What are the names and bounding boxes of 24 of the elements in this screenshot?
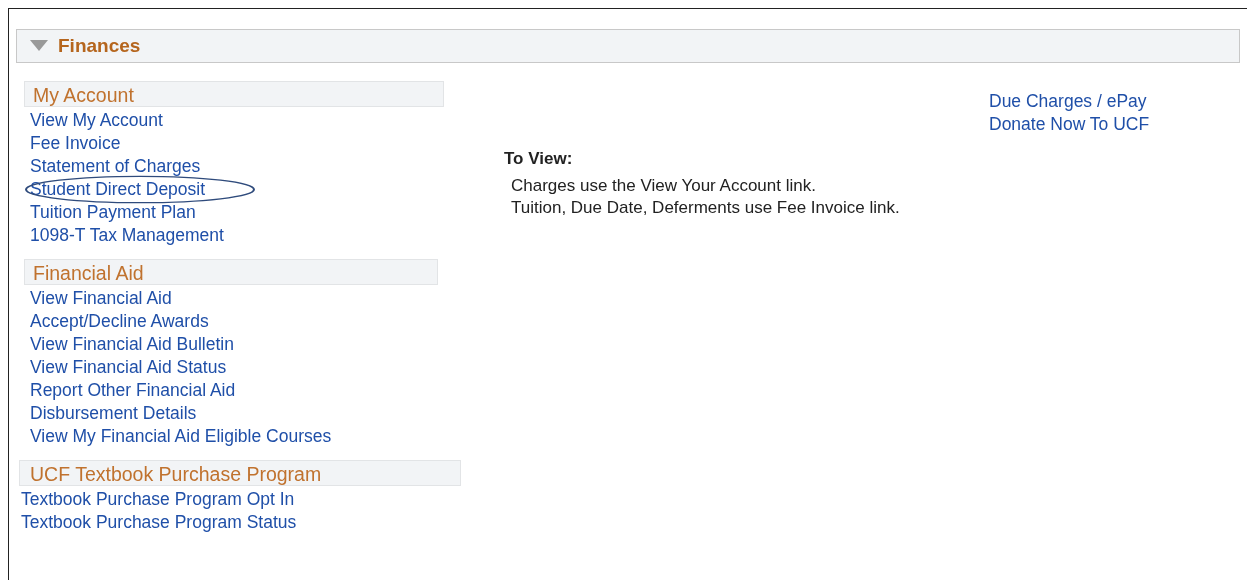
menu-link[interactable]: Fee Invoice [30, 132, 121, 154]
info-text: Charges use the View Your Account link. [510, 175, 817, 197]
section-heading: Financial Aid [24, 259, 438, 285]
menu-link[interactable]: Tuition Payment Plan [30, 201, 196, 223]
section-heading: UCF Textbook Purchase Program [19, 460, 461, 486]
menu-link[interactable]: Disbursement Details [30, 402, 197, 424]
menu-link[interactable]: View My Financial Aid Eligible Courses [30, 425, 332, 447]
menu-link[interactable]: Accept/Decline Awards [30, 310, 209, 332]
menu-link[interactable]: View Financial Aid Bulletin [30, 333, 234, 355]
section-heading: My Account [24, 81, 444, 107]
menu-link[interactable]: Textbook Purchase Program Opt In [21, 488, 295, 510]
menu-link[interactable]: Textbook Purchase Program Status [21, 511, 297, 533]
menu-link[interactable]: Report Other Financial Aid [30, 379, 236, 401]
panel-title: Finances [58, 35, 141, 57]
quick-link[interactable]: Due Charges / ePay [989, 90, 1150, 113]
menu-link[interactable]: 1098-T Tax Management [30, 224, 224, 246]
collapse-triangle-icon[interactable] [30, 40, 48, 52]
quick-link[interactable]: Donate Now To UCF [989, 113, 1150, 136]
menu-link[interactable]: View Financial Aid Status [30, 356, 227, 378]
menu-link[interactable]: View Financial Aid [30, 287, 172, 309]
menu-link[interactable]: View My Account [30, 109, 163, 131]
info-text: Tuition, Due Date, Deferments use Fee Invoice link. [510, 197, 901, 219]
info-heading: To View: [504, 149, 574, 169]
menu-link[interactable]: Statement of Charges [30, 155, 201, 177]
